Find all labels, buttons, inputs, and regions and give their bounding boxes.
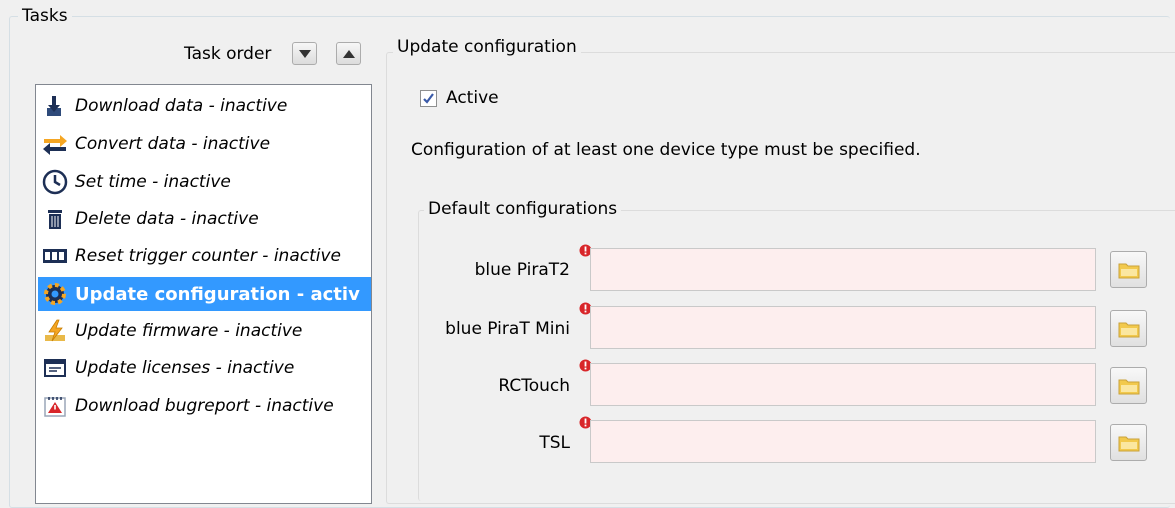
device-label-tsl: TSL — [539, 433, 570, 453]
config-path-input-blue-pirat2[interactable] — [590, 248, 1096, 291]
arrow-up-icon — [342, 49, 355, 58]
move-up-button[interactable] — [336, 42, 361, 65]
task-item-download-bugreport[interactable]: Download bugreport - inactive — [38, 389, 371, 423]
folder-icon — [1118, 322, 1139, 337]
move-down-button[interactable] — [292, 42, 317, 65]
browse-button-tsl[interactable] — [1110, 424, 1147, 461]
trash-icon — [41, 205, 69, 233]
folder-icon — [1118, 436, 1139, 451]
task-label: Download data - inactive — [75, 96, 288, 116]
default-configurations-title: Default configurations — [424, 199, 622, 219]
task-item-update-configuration[interactable]: Update configuration - activ — [38, 277, 371, 311]
task-item-reset-trigger-counter[interactable]: Reset trigger counter - inactive — [38, 239, 371, 273]
gear-icon — [41, 280, 69, 308]
checkmark-icon — [423, 92, 434, 104]
arrow-down-icon — [298, 49, 311, 58]
counter-icon — [41, 242, 69, 270]
active-checkbox-row[interactable]: Active — [418, 88, 499, 108]
update-configuration-title: Update configuration — [393, 37, 581, 57]
task-item-update-firmware[interactable]: Update firmware - inactive — [38, 314, 371, 348]
task-label: Delete data - inactive — [75, 209, 259, 229]
task-label: Update firmware - inactive — [75, 321, 303, 341]
task-label: Download bugreport - inactive — [75, 396, 334, 416]
active-label: Active — [446, 88, 499, 108]
config-info-text: Configuration of at least one device typ… — [411, 140, 921, 160]
license-icon — [41, 354, 69, 382]
tasks-group-title: Tasks — [18, 6, 72, 26]
download-icon — [41, 92, 69, 120]
task-item-convert-data[interactable]: Convert data - inactive — [38, 127, 371, 161]
device-label-blue-pirat2: blue PiraT2 — [474, 260, 570, 280]
task-item-update-licenses[interactable]: Update licenses - inactive — [38, 351, 371, 385]
folder-icon — [1118, 263, 1139, 278]
active-checkbox[interactable] — [420, 89, 437, 107]
config-path-input-blue-pirat-mini[interactable] — [590, 306, 1096, 349]
task-label: Update licenses - inactive — [75, 358, 295, 378]
bugreport-icon — [41, 392, 69, 420]
browse-button-blue-pirat2[interactable] — [1110, 251, 1147, 288]
folder-icon — [1118, 379, 1139, 394]
browse-button-blue-pirat-mini[interactable] — [1110, 310, 1147, 347]
task-item-delete-data[interactable]: Delete data - inactive — [38, 202, 371, 236]
config-path-input-tsl[interactable] — [590, 420, 1096, 463]
task-list[interactable]: Download data - inactive Convert data - … — [35, 84, 372, 504]
firmware-bolt-icon — [41, 317, 69, 345]
convert-icon — [41, 130, 69, 158]
clock-icon — [41, 168, 69, 196]
task-label: Set time - inactive — [75, 172, 231, 192]
task-order-label: Task order — [184, 44, 272, 64]
task-label: Convert data - inactive — [75, 134, 271, 154]
device-label-rctouch: RCTouch — [498, 376, 570, 396]
task-label: Update configuration - activ — [75, 283, 360, 305]
browse-button-rctouch[interactable] — [1110, 367, 1147, 404]
config-path-input-rctouch[interactable] — [590, 363, 1096, 406]
device-label-blue-pirat-mini: blue PiraT Mini — [445, 319, 570, 339]
task-item-download-data[interactable]: Download data - inactive — [38, 89, 371, 123]
task-label: Reset trigger counter - inactive — [75, 246, 341, 266]
task-item-set-time[interactable]: Set time - inactive — [38, 165, 371, 199]
